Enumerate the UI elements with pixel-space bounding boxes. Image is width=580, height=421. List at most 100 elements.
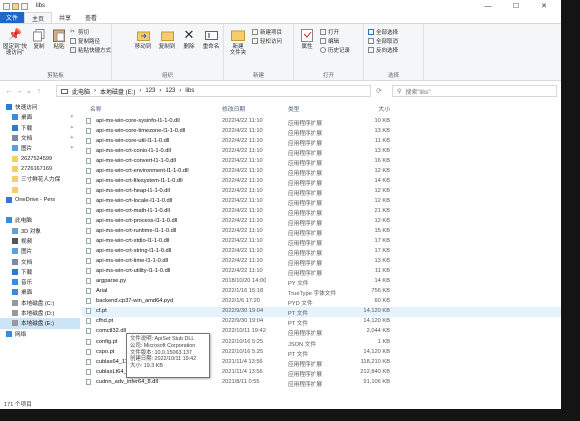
breadcrumb-123-sub[interactable]: 123 [165,88,175,94]
file-row[interactable]: api-ms-win-crt-time-l1-1-0.dll 2022/4/22 … [82,257,561,267]
column-header-name[interactable]: 名称 [90,104,102,114]
document-icon [12,135,18,142]
file-row[interactable]: api-ms-win-crt-heap-l1-1-0.dll 2022/4/22 … [82,186,561,197]
nav-item-7[interactable]: 三寸鲜花人力保 [0,174,80,184]
breadcrumb-this-pc[interactable]: 此电脑 [72,87,90,96]
nav-item-10[interactable] [0,205,80,215]
file-name: api-ms-win-crt-runtime-l1-1-0.dll [96,228,177,235]
file-row[interactable]: api-ms-win-core-util-l1-1-0.dll 2022/4/22… [82,136,561,147]
nav-item-15[interactable]: 文档 [0,256,80,266]
copy-button[interactable]: 复制 [30,28,48,50]
column-header-size[interactable]: 大小 [350,104,390,114]
nav-item-label: 文档 [21,136,33,143]
copy-to-button[interactable]: 复制到 [156,28,178,50]
file-row[interactable]: api-ms-win-crt-math-l1-1-0.dll 2022/4/22 … [82,206,561,217]
nav-item-22[interactable]: 网络 [0,329,80,339]
file-row[interactable]: api-ms-win-crt-utility-l1-1-0.dll 2022/4/… [82,267,561,277]
open-button[interactable]: 打开 [320,28,339,36]
file-row[interactable]: Arial 2022/1/16 15:18 TrueType 字体文件 756 KB [82,287,561,297]
tab-share[interactable]: 共享 [52,12,78,23]
file-row[interactable]: cf.pt 2022/9/30 19:04 PT 文件 14,120 KB [82,306,561,317]
select-none-button[interactable]: 全部取消 [368,37,398,45]
pin-quick-access-button[interactable]: 📌 固定到"快 速访问" [2,28,28,57]
paste-icon [52,28,66,42]
column-header-type[interactable]: 类型 [288,104,300,114]
file-row[interactable]: api-ms-win-crt-locale-l1-1-0.dll 2022/4/2… [82,196,561,207]
paste-button[interactable]: 粘贴 [50,28,68,50]
properties-quick-icon[interactable] [3,2,10,10]
history-button[interactable]: 历史记录 [320,46,350,54]
nav-item-1[interactable]: 桌面 ✦ [0,112,80,122]
file-row[interactable]: api-ms-win-crt-convert-l1-1-0.dll 2022/4/… [82,156,561,167]
file-row[interactable]: argparse.py 2018/10/20 14:00 PY 文件 14 KB [82,277,561,287]
breadcrumb-123[interactable]: 123 [145,88,155,94]
nav-item-13[interactable]: 视频 [0,236,80,246]
dropdown-quick-icon[interactable] [21,2,28,10]
back-arrow-icon[interactable]: ← [4,88,14,95]
file-row[interactable]: api-ms-win-crt-process-l1-1-0.dll 2022/4/… [82,216,561,227]
move-to-button[interactable]: 移动到 [132,28,154,50]
tab-home[interactable]: 主页 [24,12,53,23]
file-row[interactable]: api-ms-win-crt-string-l1-1-0.dll 2022/4/2… [82,247,561,257]
forward-arrow-icon[interactable]: → [14,88,24,95]
tab-view[interactable]: 查看 [78,12,104,23]
file-row[interactable]: api-ms-win-crt-conio-l1-1-0.dll 2022/4/22… [82,146,561,157]
file-row[interactable]: backend.cp37-win_amd64.pyd 2022/1/6 17:20… [82,297,561,307]
nav-item-6[interactable]: 2726167169 [0,164,80,174]
close-button[interactable]: ✕ [531,0,557,12]
nav-item-18[interactable]: 桌面 [0,287,80,297]
column-header-date[interactable]: 修改日期 [222,104,245,114]
file-row[interactable]: api-ms-win-core-sysinfo-l1-1-0.dll 2022/4… [82,116,561,127]
maximize-button[interactable]: ☐ [503,0,529,12]
picture-icon [12,248,18,255]
nav-item-12[interactable]: 3D 对象 [0,226,80,236]
nav-item-21[interactable]: 本地磁盘 (E:) [0,318,80,329]
nav-item-8[interactable] [0,184,80,194]
new-group-label: 新建 [252,73,264,79]
pin-icon: ✦ [69,124,74,131]
pin-icon: ✦ [69,145,74,152]
nav-item-4[interactable]: 图片 ✦ [0,143,80,153]
nav-item-14[interactable]: 图片 [0,246,80,256]
up-arrow-icon[interactable]: ↑ [34,88,44,95]
file-row[interactable]: api-ms-win-crt-filesystem-l1-1-0.dll 2022… [82,176,561,187]
file-size: 14 KB [374,278,391,285]
cut-button[interactable]: ✂ 剪切 [70,28,89,36]
nav-item-11[interactable]: 此电脑 [0,215,80,225]
file-row[interactable]: api-ms-win-crt-stdio-l1-1-0.dll 2022/4/22… [82,237,561,247]
recent-dropdown-icon[interactable]: ⌄ [24,87,34,95]
paste-shortcut-button[interactable]: 粘贴快捷方式 [70,46,111,54]
invert-selection-button[interactable]: 反向选择 [368,46,398,54]
breadcrumb-drive-e[interactable]: 本地磁盘 (E:) [100,87,135,96]
nav-item-2[interactable]: 下载 ✦ [0,123,80,133]
tab-file[interactable]: 文件 [0,12,25,23]
delete-button[interactable]: ✕ 删除 [180,28,198,50]
new-folder-quick-icon[interactable] [12,2,19,10]
file-row[interactable]: api-ms-win-core-timezone-l1-1-0.dll 2022/… [82,126,561,137]
nav-item-3[interactable]: 文档 ✦ [0,133,80,143]
copy-path-button[interactable]: 复制路径 [70,37,100,45]
file-row[interactable]: cfhd.pt 2022/9/30 19:04 PT 文件 14,120 KB [82,317,561,327]
refresh-icon[interactable]: ⟳ [374,87,384,95]
nav-item-19[interactable]: 本地磁盘 (C:) [0,298,80,308]
breadcrumb-libs[interactable]: libs [185,88,194,94]
nav-item-20[interactable]: 本地磁盘 (D:) [0,308,80,318]
rename-button[interactable]: 重命名 [200,28,222,50]
select-all-button[interactable]: 全部选择 [368,28,398,36]
easy-access-button[interactable]: 轻松访问 [252,37,282,45]
nav-item-9[interactable]: OneDrive - Pers [0,195,80,205]
minimize-button[interactable]: — [475,0,501,12]
nav-item-16[interactable]: 下载 [0,267,80,277]
nav-item-5[interactable]: 2627524599 [0,153,80,163]
nav-item-0[interactable]: 快速访问 [0,102,80,112]
file-row[interactable]: api-ms-win-crt-environment-l1-1-0.dll 202… [82,166,561,177]
file-row[interactable]: api-ms-win-crt-runtime-l1-1-0.dll 2022/4/… [82,227,561,237]
address-path[interactable]: 此电脑 › 本地磁盘 (E:) › 123 › 123 › libs [56,85,371,97]
nav-item-17[interactable]: 音乐 [0,277,80,287]
new-folder-button[interactable]: 新建 文件夹 [227,28,249,56]
search-input[interactable]: ⚲ 搜索"libs" [392,85,557,97]
pin-quick-access-label: 固定到"快 速访问" [3,44,27,56]
edit-button[interactable]: 编辑 [320,37,339,45]
new-item-button[interactable]: 新建项目 [252,28,282,36]
properties-button[interactable]: 属性 [297,28,317,50]
